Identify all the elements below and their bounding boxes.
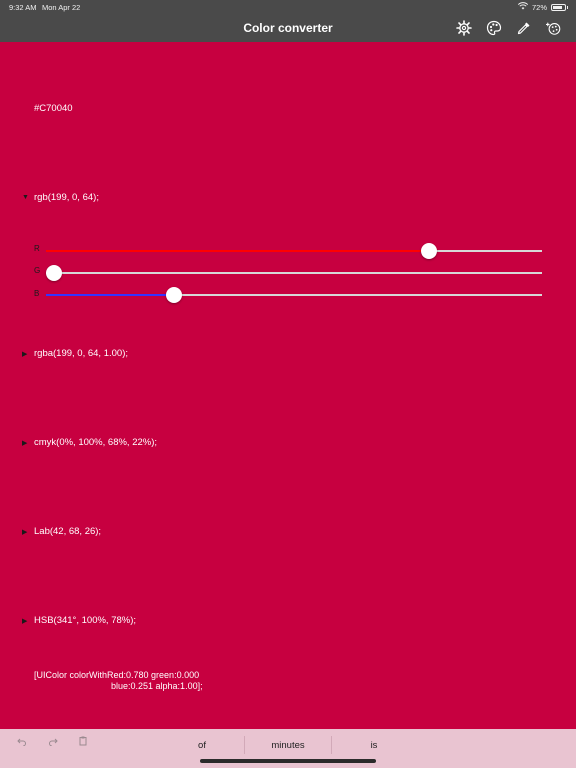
palette-icon[interactable]	[486, 20, 502, 36]
section-hsb[interactable]: ▶ HSB(341°, 100%, 78%);	[22, 615, 136, 626]
slider-fill	[46, 250, 434, 252]
slider-thumb[interactable]	[166, 287, 183, 303]
hex-value[interactable]: #C70040	[34, 103, 73, 114]
undo-icon[interactable]	[17, 736, 29, 748]
uicolor-line-1: [UIColor colorWithRed:0.780 green:0.000	[34, 670, 200, 680]
slider-thumb[interactable]	[420, 243, 437, 259]
redo-icon[interactable]	[48, 736, 60, 748]
section-cmyk[interactable]: ▶ cmyk(0%, 100%, 68%, 22%);	[22, 437, 157, 448]
status-date: Mon Apr 22	[42, 3, 81, 12]
slider-track	[46, 272, 542, 274]
slider-thumb[interactable]	[46, 265, 62, 281]
status-time: 9:32 AM	[9, 3, 37, 12]
gear-icon[interactable]	[456, 20, 472, 36]
disclosure-right-icon: ▶	[22, 617, 28, 625]
slider-label-g: G	[34, 266, 41, 275]
slider-label-b: B	[34, 289, 40, 298]
rgba-value: rgba(199, 0, 64, 1.00);	[34, 348, 129, 359]
slider-label-r: R	[34, 244, 40, 253]
uicolor-code[interactable]: [UIColor colorWithRed:0.780 green:0.000 …	[34, 670, 203, 692]
slider-fill	[46, 294, 171, 296]
slider-blue[interactable]	[46, 286, 542, 304]
suggestion-2[interactable]: minutes	[245, 740, 331, 751]
status-right: 72%	[517, 2, 568, 12]
disclosure-right-icon: ▶	[22, 528, 28, 536]
hsb-value: HSB(341°, 100%, 78%);	[34, 615, 137, 626]
suggestion-1[interactable]: of	[160, 740, 244, 751]
paste-icon[interactable]	[78, 736, 90, 748]
status-bar: 9:32 AM Mon Apr 22 72%	[0, 0, 576, 14]
battery-icon	[551, 3, 568, 11]
cmyk-value: cmyk(0%, 100%, 68%, 22%);	[34, 437, 158, 448]
wifi-icon	[517, 2, 529, 12]
disclosure-right-icon: ▶	[22, 350, 28, 358]
home-indicator	[200, 759, 376, 763]
section-rgba[interactable]: ▶ rgba(199, 0, 64, 1.00);	[22, 348, 128, 359]
disclosure-right-icon: ▶	[22, 439, 28, 447]
uicolor-line-2: blue:0.251 alpha:1.00];	[111, 681, 203, 691]
rgb-value: rgb(199, 0, 64);	[34, 192, 99, 203]
disclosure-down-icon: ▼	[22, 194, 29, 201]
section-rgb[interactable]: ▼ rgb(199, 0, 64);	[22, 192, 99, 203]
color-wheel-icon[interactable]	[546, 20, 562, 36]
slider-green[interactable]	[46, 264, 542, 282]
section-lab[interactable]: ▶ Lab(42, 68, 26);	[22, 526, 101, 537]
eyedropper-icon[interactable]	[516, 20, 532, 36]
nav-bar: Color converter	[0, 14, 576, 42]
suggestion-3[interactable]: is	[332, 740, 416, 751]
status-battery-percent: 72%	[531, 2, 547, 12]
lab-value: Lab(42, 68, 26);	[34, 526, 102, 537]
slider-red[interactable]	[46, 242, 542, 260]
